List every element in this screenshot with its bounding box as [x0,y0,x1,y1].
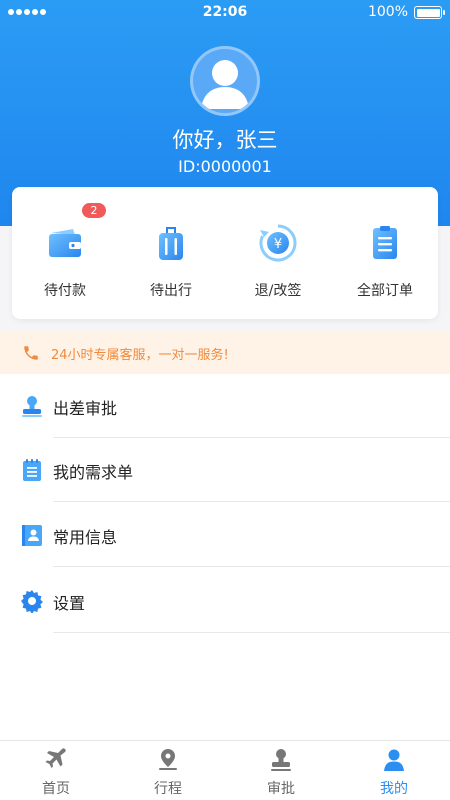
person-avatar-icon [201,60,249,109]
notepad-icon [23,459,41,481]
tab-approval[interactable]: 审批 [225,741,337,800]
orders-card: 2 待付款 待出行 ¥ 退/改签 全部订单 [12,187,438,319]
menu-item-settings[interactable]: 设置 [0,569,450,633]
clipboard-list-icon [373,226,397,259]
battery-icon [414,6,445,19]
stamp-icon [22,396,42,417]
settings-menu: 出差审批 我的需求单 常用信息 设置 [0,374,450,740]
tab-label: 我的 [380,781,408,797]
menu-item-label: 常用信息 [53,528,118,547]
customer-service-banner[interactable]: 24小时专属客服，一对一服务! [0,331,450,374]
menu-item-label: 设置 [53,594,86,613]
order-label: 待付款 [44,283,86,299]
gear-icon [21,590,43,613]
tab-label: 行程 [154,781,182,797]
refund-yuan-icon: ¥ [259,224,297,262]
airplane-icon [45,748,66,768]
menu-item-travel-approval[interactable]: 出差审批 [0,374,450,438]
menu-item-label: 我的需求单 [53,463,134,482]
order-refund-change[interactable]: ¥ 退/改签 [225,187,331,319]
order-pending-payment[interactable]: 2 待付款 [12,187,118,319]
divider [53,566,450,567]
battery-percentage: 100% [367,4,408,20]
greeting-text: 你好，张三 [172,128,278,152]
avatar[interactable] [190,46,260,116]
status-bar: 22:06 100% [0,0,450,26]
menu-item-label: 出差审批 [53,399,118,418]
tab-label: 审批 [267,781,295,797]
order-upcoming-trip[interactable]: 待出行 [118,187,224,319]
order-label: 待出行 [150,283,192,299]
wallet-icon [49,229,81,257]
bottom-tab-bar: 首页 行程 审批 我的 [0,740,450,800]
tab-home[interactable]: 首页 [0,741,112,800]
tab-label: 首页 [42,781,70,797]
stamp-icon [271,749,291,771]
tab-itinerary[interactable]: 行程 [112,741,224,800]
route-pin-icon [159,749,177,770]
menu-item-my-requests[interactable]: 我的需求单 [0,438,450,502]
divider [53,501,450,502]
phone-icon [24,346,38,360]
customer-service-text: 24小时专属客服，一对一服务! [51,348,229,363]
divider [53,632,450,633]
tab-mine[interactable]: 我的 [338,741,450,800]
svg-text:¥: ¥ [274,237,282,252]
order-label: 退/改签 [254,283,302,299]
user-id: ID:0000001 [178,157,272,176]
order-all[interactable]: 全部订单 [332,187,438,319]
menu-item-frequent-info[interactable]: 常用信息 [0,503,450,567]
luggage-icon [159,227,183,260]
order-label: 全部订单 [357,283,413,299]
contact-card-icon [22,525,42,546]
person-icon [384,749,404,771]
pending-payment-badge: 2 [82,203,106,218]
